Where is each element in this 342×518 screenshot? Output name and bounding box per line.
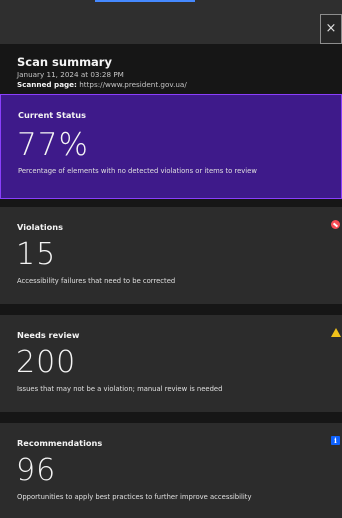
current-status-description: Percentage of elements with no detected … bbox=[18, 167, 257, 175]
needs-review-count: 200 bbox=[16, 345, 77, 380]
violation-icon bbox=[331, 220, 340, 229]
violations-label: Violations bbox=[17, 222, 64, 232]
summary-header: Scan summary January 11, 2024 at 03:28 P… bbox=[0, 44, 342, 94]
scanned-page-url: https://www.president.gov.ua/ bbox=[79, 80, 187, 89]
scanned-page: Scanned page: https://www.president.gov.… bbox=[17, 80, 187, 89]
violations-card: Violations 15 Accessibility failures tha… bbox=[0, 207, 342, 304]
recommendations-label: Recommendations bbox=[17, 438, 103, 448]
current-status-card: Current Status 77% Percentage of element… bbox=[0, 94, 342, 199]
needs-review-description: Issues that may not be a violation; manu… bbox=[17, 385, 223, 393]
current-status-value: 77% bbox=[17, 127, 89, 163]
top-bar bbox=[0, 0, 342, 44]
recommendations-card: Recommendations i 96 Opportunities to ap… bbox=[0, 423, 342, 518]
scan-date: January 11, 2024 at 03:28 PM bbox=[17, 70, 124, 79]
warning-icon bbox=[331, 328, 341, 337]
needs-review-label: Needs review bbox=[17, 330, 80, 340]
scan-summary-panel: × Scan summary January 11, 2024 at 03:28… bbox=[0, 0, 342, 518]
page-title: Scan summary bbox=[17, 55, 112, 69]
close-icon: × bbox=[325, 21, 337, 36]
close-button[interactable]: × bbox=[320, 14, 342, 44]
top-accent-line bbox=[95, 0, 195, 2]
info-icon: i bbox=[331, 436, 340, 445]
violations-count: 15 bbox=[16, 237, 57, 272]
current-status-label: Current Status bbox=[18, 110, 87, 120]
recommendations-count: 96 bbox=[16, 453, 57, 488]
violations-description: Accessibility failures that need to be c… bbox=[17, 277, 176, 285]
needs-review-card: Needs review 200 Issues that may not be … bbox=[0, 315, 342, 412]
scanned-page-label: Scanned page: bbox=[17, 80, 77, 89]
recommendations-description: Opportunities to apply best practices to… bbox=[17, 493, 252, 501]
